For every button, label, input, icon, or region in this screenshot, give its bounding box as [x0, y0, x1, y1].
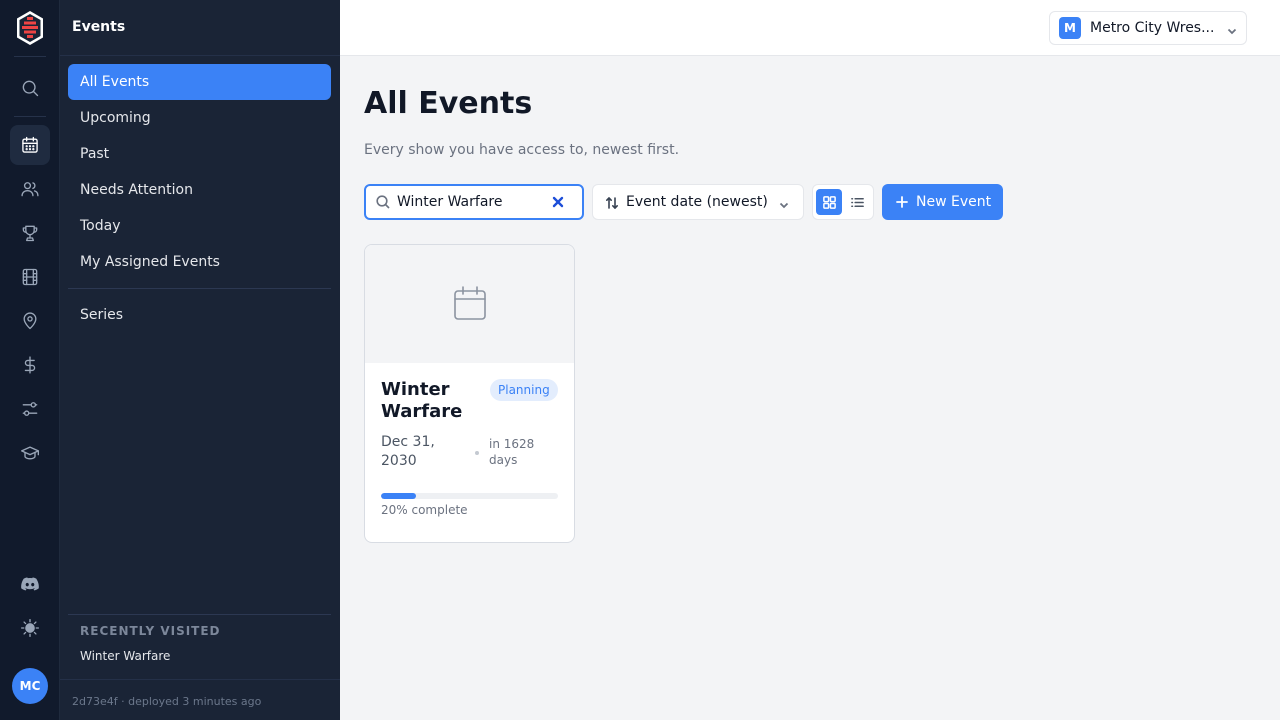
progress-fill: [381, 493, 417, 499]
separator-dot: [475, 451, 479, 455]
list-icon: [850, 197, 864, 207]
clear-search-icon[interactable]: [551, 194, 567, 210]
rail-divider: [14, 116, 46, 117]
view-toggle: [812, 184, 874, 220]
new-event-button[interactable]: New Event: [882, 184, 1003, 220]
rail-discord-button[interactable]: [10, 564, 50, 604]
page-title: All Events: [364, 86, 533, 121]
events-sidebar: Events All Events Upcoming Past Needs At…: [60, 0, 340, 720]
graduation-cap-icon: [21, 446, 39, 460]
discord-icon: [21, 577, 39, 591]
org-badge: M: [1059, 17, 1081, 39]
search-icon: [22, 80, 39, 97]
sidebar-item-today[interactable]: Today: [68, 208, 331, 244]
rail-training-button[interactable]: [10, 433, 50, 473]
plus-icon: [896, 196, 908, 208]
deploy-info: 2d73e4f · deployed 3 minutes ago: [72, 695, 262, 708]
recently-visited-heading: RECENTLY VISITED: [80, 624, 221, 638]
sidebar-item-upcoming[interactable]: Upcoming: [68, 100, 331, 136]
event-relative-time: in 1628 days: [489, 437, 535, 467]
calendar-placeholder-icon: [453, 286, 486, 320]
people-icon: [21, 182, 39, 197]
chevron-down-icon: [778, 196, 790, 209]
rail-championships-button[interactable]: [10, 213, 50, 253]
status-badge: Planning: [490, 379, 558, 401]
rail-people-button[interactable]: [10, 169, 50, 209]
progress-label: 20% complete: [381, 503, 468, 517]
top-bar: M Metro City Wres...: [340, 0, 1280, 56]
progress-bar: [381, 493, 558, 499]
film-icon: [22, 268, 38, 286]
rail-divider: [14, 56, 46, 57]
list-view-button[interactable]: [844, 189, 870, 215]
calendar-icon: [22, 136, 38, 153]
sidebar-item-needs-attention[interactable]: Needs Attention: [68, 172, 331, 208]
new-event-label: New Event: [916, 194, 992, 210]
chevron-down-icon: [1226, 22, 1238, 35]
recently-visited-item[interactable]: Winter Warfare: [80, 649, 170, 663]
rail-venues-button[interactable]: [10, 301, 50, 341]
rail-finance-button[interactable]: [10, 345, 50, 385]
event-date: Dec 31, 2030: [381, 434, 435, 469]
event-card[interactable]: Winter Warfare Planning Dec 31, 2030 in …: [364, 244, 575, 543]
search-input[interactable]: [397, 194, 547, 210]
search-icon: [375, 194, 391, 210]
sidebar-item-all-events[interactable]: All Events: [68, 64, 331, 100]
logo-icon[interactable]: [14, 10, 46, 46]
event-card-image: [365, 245, 574, 363]
location-pin-icon: [23, 312, 37, 330]
trophy-icon: [22, 225, 38, 242]
sort-label: Event date (newest): [626, 194, 768, 210]
sidebar-divider: [60, 55, 340, 56]
sidebar-item-my-assigned-events[interactable]: My Assigned Events: [68, 244, 331, 280]
sidebar-divider: [68, 288, 331, 289]
rail-media-button[interactable]: [10, 257, 50, 297]
sidebar-item-past[interactable]: Past: [68, 136, 331, 172]
rail-settings-button[interactable]: [10, 389, 50, 429]
sidebar-divider: [68, 614, 331, 615]
sort-arrows-icon: [605, 195, 619, 209]
page-subtitle: Every show you have access to, newest fi…: [364, 142, 680, 158]
event-title: Winter Warfare: [381, 379, 463, 422]
sliders-icon: [22, 402, 38, 416]
rail-theme-button[interactable]: [10, 608, 50, 648]
org-name: Metro City Wres...: [1090, 20, 1215, 36]
sidebar-item-series[interactable]: Series: [68, 297, 331, 333]
search-box: [364, 184, 584, 220]
theme-sun-icon: [21, 619, 39, 637]
dollar-icon: [24, 356, 36, 374]
grid-view-button[interactable]: [816, 189, 842, 215]
sidebar-title: Events: [72, 19, 126, 35]
icon-rail: MC: [0, 0, 60, 720]
sort-dropdown[interactable]: Event date (newest): [592, 184, 804, 220]
grid-icon: [822, 195, 836, 209]
org-switcher[interactable]: M Metro City Wres...: [1049, 11, 1247, 45]
sidebar-divider: [60, 679, 340, 680]
rail-search-button[interactable]: [10, 68, 50, 108]
rail-events-button[interactable]: [10, 125, 50, 165]
user-avatar[interactable]: MC: [12, 668, 48, 704]
